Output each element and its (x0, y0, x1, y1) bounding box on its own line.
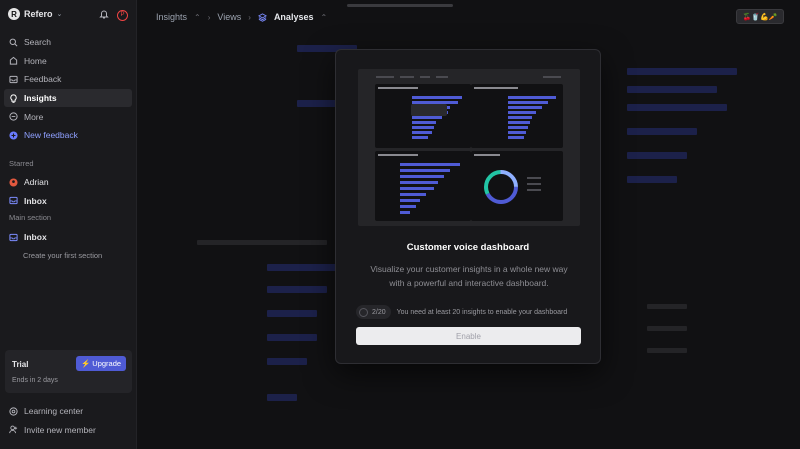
nav-item-new-feedback[interactable]: New feedback (4, 126, 132, 145)
create-section-label: Create your first section (23, 251, 103, 261)
plus-circle-icon (9, 131, 18, 140)
footer-nav: Learning center Invite new member (4, 402, 132, 439)
trial-ends: Ends in 2 days (12, 377, 58, 384)
workspace-switcher[interactable]: R Refero ⌄ (8, 8, 62, 20)
modal-title: Customer voice dashboard (406, 242, 530, 253)
workspace-logo: R (8, 8, 20, 20)
dashboard-modal: Customer voice dashboard Visualize your … (335, 49, 601, 364)
lightning-icon: ⚡ (80, 359, 91, 368)
enable-button[interactable]: Enable (356, 327, 581, 345)
main-section-list: Inbox Create your first section (4, 228, 132, 265)
nav-label: Insights (24, 93, 57, 104)
workspace-name: Refero (24, 9, 53, 19)
user-avatar-icon (9, 178, 18, 187)
nav-item-more[interactable]: More (4, 107, 132, 126)
insights-progress: 2/20 You need at least 20 insights to en… (356, 305, 567, 319)
chevron-updown-icon: ⌃ (194, 12, 201, 22)
nav-label: New feedback (24, 130, 78, 141)
inbox-icon (9, 233, 18, 241)
nav-label: Inbox (24, 232, 47, 243)
learning-center-icon (9, 407, 18, 416)
lightbulb-icon (10, 93, 17, 103)
search-icon (9, 38, 18, 47)
nav-label: Home (24, 55, 47, 66)
sidebar: R Refero ⌄ P Search Home Feedback Insigh… (0, 0, 137, 449)
progress-pill: 2/20 (356, 305, 391, 319)
main-nav: Search Home Feedback Insights More New f… (4, 33, 132, 145)
chevron-down-icon: ⌄ (56, 11, 63, 18)
starred-item-inbox[interactable]: Inbox (4, 192, 132, 211)
requirement-text: You need at least 20 insights to enable … (396, 308, 568, 316)
main-section-label: Main section (9, 213, 52, 222)
trial-card: Trial ⚡ Upgrade Ends in 2 days (5, 350, 132, 393)
nav-label: Search (24, 37, 51, 48)
breadcrumb-insights[interactable]: Insights (156, 12, 187, 22)
user-avatar-icon[interactable]: P (117, 9, 128, 21)
upgrade-label: Upgrade (92, 359, 122, 368)
nav-label: More (24, 111, 44, 122)
nav-label: Inbox (24, 195, 47, 206)
inbox-icon (9, 75, 18, 84)
breadcrumb: Insights ⌃ › Views › Analyses ⌃ (156, 12, 327, 22)
user-plus-icon (9, 426, 18, 434)
nav-item-learning-center[interactable]: Learning center (4, 402, 132, 421)
starred-label: Starred (9, 159, 34, 168)
dashboard-preview-image (358, 69, 580, 226)
donut-chart-icon (484, 170, 518, 204)
trial-title: Trial (12, 360, 29, 369)
create-section-link[interactable]: Create your first section (4, 247, 132, 266)
nav-label: Learning center (24, 406, 84, 417)
layers-icon (257, 12, 267, 22)
progress-count: 2/20 (372, 308, 386, 316)
breadcrumb-views[interactable]: Views (217, 12, 241, 22)
progress-ring-icon (359, 307, 368, 317)
top-drag-handle (347, 4, 453, 7)
nav-item-invite-member[interactable]: Invite new member (4, 421, 132, 440)
chevron-right-icon: › (207, 12, 211, 22)
home-icon (9, 57, 18, 65)
inbox-icon (9, 197, 18, 205)
bell-icon[interactable] (99, 9, 109, 21)
main-section-item-inbox[interactable]: Inbox (4, 228, 132, 247)
chevron-updown-icon: ⌃ (320, 12, 328, 22)
enable-label: Enable (456, 331, 481, 341)
starred-item-adrian[interactable]: Adrian (4, 173, 132, 192)
nav-label: Invite new member (24, 424, 96, 435)
chevron-right-icon: › (248, 12, 251, 22)
nav-label: Adrian (24, 177, 49, 188)
breadcrumb-analyses[interactable]: Analyses (274, 12, 314, 22)
more-icon (9, 112, 18, 121)
nav-item-insights[interactable]: Insights (4, 88, 132, 108)
modal-description: Visualize your customer insights in a wh… (370, 264, 568, 288)
nav-label: Feedback (24, 74, 62, 85)
nav-item-search[interactable]: Search (4, 33, 132, 52)
nav-item-home[interactable]: Home (4, 52, 132, 71)
starred-list: Adrian Inbox (4, 173, 132, 210)
emoji-reactions[interactable]: 🍒🥤💪🥕 (736, 9, 784, 24)
upgrade-button[interactable]: ⚡ Upgrade (76, 356, 126, 371)
nav-item-feedback[interactable]: Feedback (4, 70, 132, 89)
